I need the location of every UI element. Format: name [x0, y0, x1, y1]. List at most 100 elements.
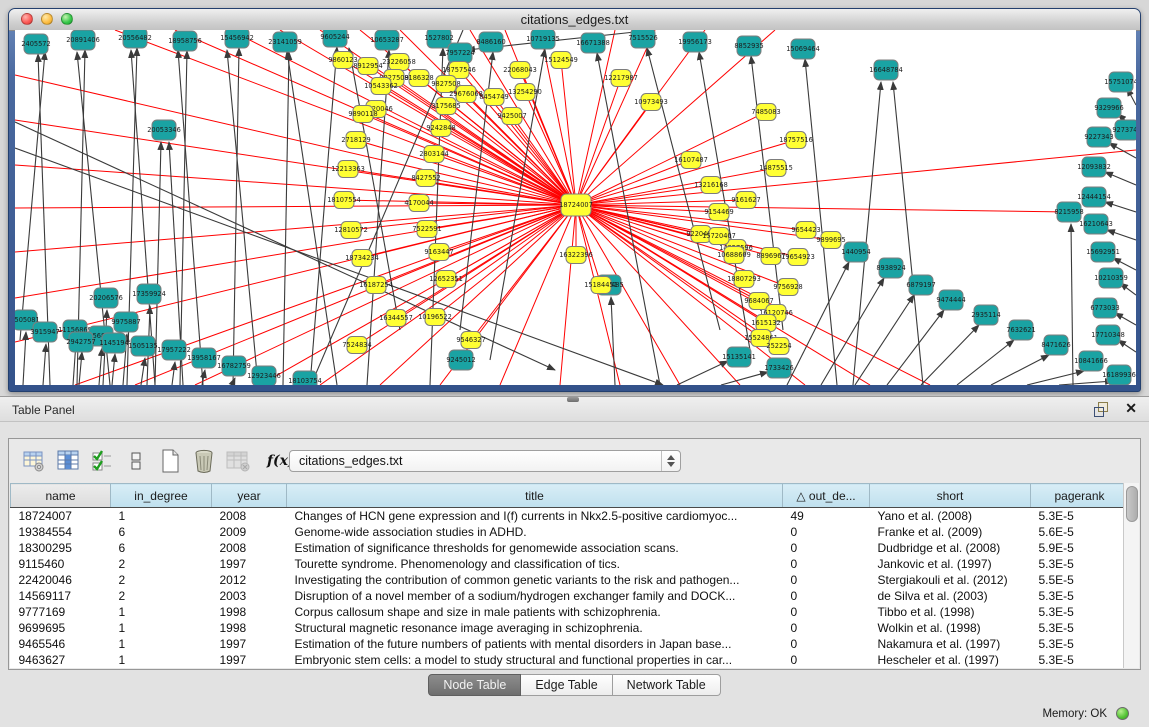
table-row[interactable]: 1456911722003Disruption of a novel membe…: [11, 588, 1125, 604]
graph-node[interactable]: 8912954: [353, 58, 382, 75]
graph-node[interactable]: 8215958: [1054, 202, 1083, 222]
column-header-name[interactable]: name: [11, 484, 111, 508]
graph-node[interactable]: 9546327: [456, 332, 485, 349]
graph-node[interactable]: 9425007: [497, 108, 526, 125]
graph-node[interactable]: 16671388: [576, 33, 610, 53]
graph-node[interactable]: 9227343: [1084, 127, 1113, 147]
graph-node[interactable]: 1440954: [841, 242, 870, 262]
splitter-handle[interactable]: [567, 397, 579, 402]
graph-node[interactable]: 18734234: [345, 250, 379, 267]
graph-node[interactable]: 7515526: [628, 30, 657, 48]
graph-node[interactable]: 15069464: [786, 39, 820, 59]
graph-node[interactable]: 12093832: [1077, 157, 1111, 177]
table-row[interactable]: 1830029562008Estimation of significance …: [11, 540, 1125, 556]
new-table-icon[interactable]: [157, 448, 183, 474]
graph-node[interactable]: 16189936: [1102, 365, 1136, 385]
graph-node[interactable]: 18757516: [779, 132, 813, 149]
graph-node[interactable]: 17957222: [157, 340, 191, 360]
graph-node[interactable]: 8471626: [1041, 335, 1070, 355]
graph-node[interactable]: 252254: [766, 338, 791, 355]
close-panel-icon[interactable]: ✕: [1125, 400, 1137, 417]
graph-node[interactable]: 20206576: [89, 288, 123, 308]
graph-node[interactable]: 19654923: [781, 249, 815, 266]
table-row[interactable]: 977716911998Corpus callosum shape and si…: [11, 604, 1125, 620]
table-row[interactable]: 1872400712008Changes of HCN gene express…: [11, 508, 1125, 525]
graph-hub-node[interactable]: 18724007: [559, 194, 593, 216]
graph-node[interactable]: 2942757: [66, 332, 95, 352]
graph-node[interactable]: 15124549: [544, 52, 578, 69]
graph-node[interactable]: 18958756: [168, 31, 202, 51]
graph-node[interactable]: 2935114: [971, 305, 1000, 325]
graph-node[interactable]: 17359924: [132, 284, 166, 304]
show-column-icon[interactable]: [55, 448, 81, 474]
graph-node[interactable]: 9273743: [1112, 120, 1136, 140]
graph-node[interactable]: 3915947: [30, 322, 59, 342]
combo-stepper-icon[interactable]: [661, 451, 680, 471]
graph-node[interactable]: 16210643: [1079, 214, 1113, 234]
minimize-window-button[interactable]: [41, 13, 53, 25]
graph-node[interactable]: 20053346: [147, 120, 181, 140]
graph-node[interactable]: 9329966: [1094, 98, 1123, 118]
graph-node[interactable]: 6773033: [1090, 298, 1119, 318]
graph-node[interactable]: 9474444: [936, 290, 965, 310]
stacked-boxes-icon[interactable]: [123, 448, 149, 474]
scrollbar-thumb[interactable]: [1126, 486, 1138, 522]
graph-node[interactable]: 10196522: [418, 309, 452, 326]
graph-node[interactable]: 4170044: [404, 195, 433, 212]
network-graph[interactable]: 2405572208914062055648218958756154569422…: [15, 30, 1136, 385]
graph-node[interactable]: 1505135: [128, 336, 157, 356]
graph-node[interactable]: 22068043: [503, 62, 537, 79]
graph-node[interactable]: 18103754: [288, 371, 322, 385]
graph-node[interactable]: 6879197: [906, 275, 935, 295]
table-selector[interactable]: citations_edges.txt: [289, 450, 681, 472]
graph-node[interactable]: 12217987: [604, 70, 638, 87]
graph-node[interactable]: 8486160: [476, 32, 505, 52]
graph-node[interactable]: 13958167: [187, 348, 221, 368]
graph-node[interactable]: 12444154: [1077, 187, 1111, 207]
graph-node[interactable]: 8852935: [734, 36, 763, 56]
graph-node[interactable]: 16782759: [217, 356, 251, 376]
column-header-in-degree[interactable]: in_degree: [111, 484, 212, 508]
graph-node[interactable]: 2405572: [21, 34, 50, 54]
tab-network-table[interactable]: Network Table: [613, 674, 721, 696]
graph-node[interactable]: 9245012: [446, 350, 475, 370]
graph-node[interactable]: 10210359: [1094, 268, 1128, 288]
close-window-button[interactable]: [21, 13, 33, 25]
graph-node[interactable]: 9899695: [816, 232, 845, 249]
delete-table-icon[interactable]: [191, 448, 217, 474]
graph-node[interactable]: 12810572: [334, 222, 368, 239]
graph-node[interactable]: 9154469: [704, 204, 733, 221]
network-canvas[interactable]: 2405572208914062055648218958756154569422…: [15, 30, 1136, 385]
graph-node[interactable]: 16322396: [559, 247, 593, 264]
graph-node[interactable]: 1145194: [99, 333, 128, 353]
graph-node[interactable]: 7485083: [751, 104, 780, 121]
graph-node[interactable]: 15692951: [1086, 242, 1120, 262]
zoom-window-button[interactable]: [61, 13, 73, 25]
graph-node[interactable]: 9605244: [320, 30, 349, 47]
graph-node[interactable]: 15456942: [220, 30, 254, 48]
graph-node[interactable]: 8938924: [876, 258, 905, 278]
table-row[interactable]: 911546021997Tourette syndrome. Phenomeno…: [11, 556, 1125, 572]
graph-node[interactable]: 15135141: [722, 347, 756, 367]
table-settings-icon[interactable]: [21, 448, 47, 474]
select-columns-icon[interactable]: [89, 448, 115, 474]
float-panel-icon[interactable]: [1093, 402, 1109, 416]
graph-node[interactable]: 17710348: [1091, 325, 1125, 345]
graph-node[interactable]: 15751074: [1104, 72, 1136, 92]
graph-node[interactable]: 9975887: [111, 312, 140, 332]
graph-node[interactable]: 7632621: [1006, 320, 1035, 340]
graph-node[interactable]: 12213363: [331, 161, 365, 178]
column-header-short[interactable]: short: [870, 484, 1031, 508]
table-row[interactable]: 969969511998Structural magnetic resonanc…: [11, 620, 1125, 636]
graph-node[interactable]: 7524834: [342, 337, 371, 354]
graph-node[interactable]: 10841666: [1074, 351, 1108, 371]
graph-node[interactable]: 10653287: [370, 30, 404, 50]
graph-node[interactable]: 8186328: [404, 70, 433, 87]
graph-node[interactable]: 9161627: [731, 192, 760, 209]
graph-node[interactable]: 19956173: [678, 32, 712, 52]
tab-node-table[interactable]: Node Table: [428, 674, 521, 696]
table-scrollbar[interactable]: [1123, 483, 1139, 668]
graph-node[interactable]: 23226058: [382, 54, 416, 71]
tab-edge-table[interactable]: Edge Table: [521, 674, 612, 696]
column-header-title[interactable]: title: [287, 484, 783, 508]
